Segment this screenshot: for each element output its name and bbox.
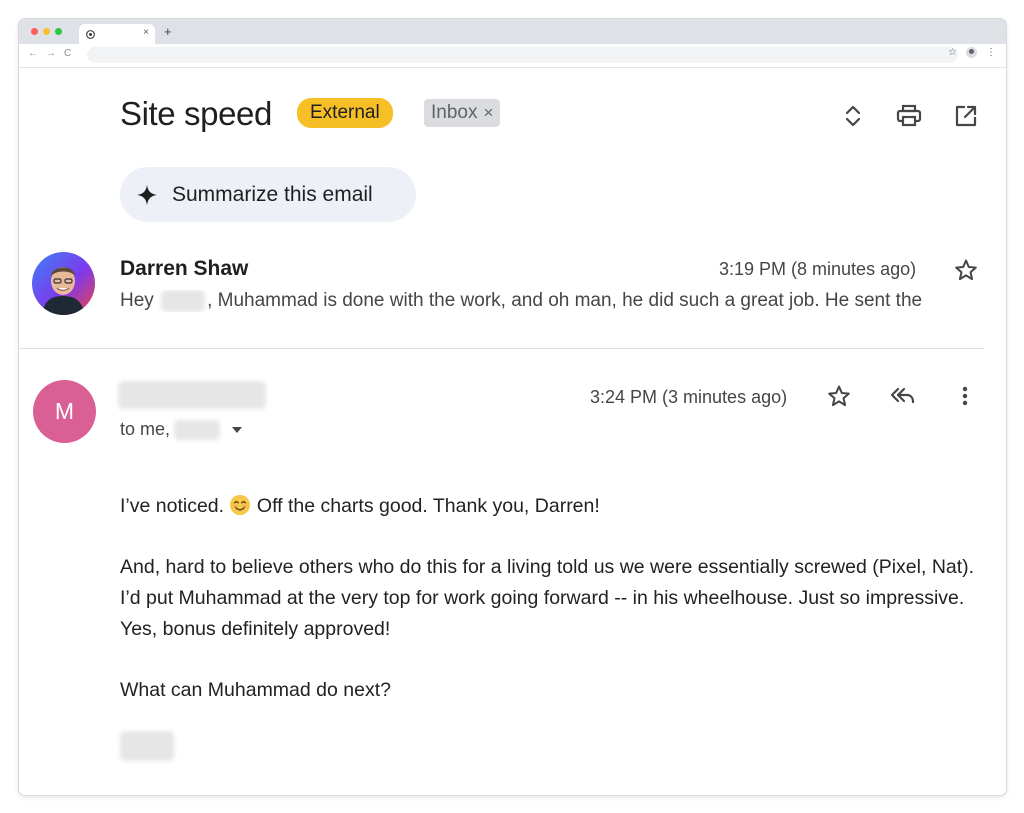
back-icon[interactable]: ←: [28, 48, 38, 59]
open-new-window-icon[interactable]: [953, 103, 979, 129]
browser-tab[interactable]: ×: [79, 24, 155, 44]
remove-label-icon[interactable]: ×: [483, 99, 493, 127]
tab-close-icon[interactable]: ×: [143, 27, 149, 38]
toolbar-right: ☆ ⋮: [948, 47, 996, 58]
print-icon[interactable]: [896, 103, 922, 129]
message-time: 3:24 PM (3 minutes ago): [590, 387, 788, 407]
new-tab-button[interactable]: +: [164, 25, 172, 38]
email-view: Site speed External Inbox × Summarize th…: [19, 69, 1006, 795]
message-snippet[interactable]: Hey , Muhammad is done with the work, an…: [120, 290, 978, 312]
browser-toolbar: ← → C ☆ ⋮: [19, 44, 1006, 68]
body-text: I’ve noticed.: [120, 495, 225, 517]
sender-name: Darren Shaw: [120, 257, 249, 280]
reload-icon[interactable]: C: [64, 48, 71, 59]
star-icon[interactable]: [827, 384, 851, 413]
sparkle-icon: [136, 184, 158, 205]
redacted-sender-name: [118, 381, 266, 409]
label-inbox[interactable]: Inbox ×: [424, 99, 501, 127]
minimize-window-button[interactable]: [43, 28, 50, 35]
snippet-text: , Muhammad is done with the work, and oh…: [207, 290, 923, 312]
body-paragraph-3: What can Muhammad do next?: [120, 679, 391, 701]
more-options-icon[interactable]: [953, 384, 977, 413]
avatar-darren-shaw[interactable]: [32, 252, 95, 315]
redacted-name: [161, 290, 206, 312]
nav-buttons: ← → C: [28, 48, 71, 59]
message-body: I’ve noticed. Off the charts good. Thank…: [120, 491, 990, 736]
redacted-recipient: [174, 419, 221, 440]
body-paragraph-2: And, hard to believe others who do this …: [120, 556, 975, 640]
body-text: Off the charts good. Thank you, Darren!: [251, 495, 600, 517]
chrome-icon: [86, 29, 95, 39]
forward-icon[interactable]: →: [46, 48, 56, 59]
recipients-prefix: to me,: [120, 419, 171, 439]
maximize-window-button[interactable]: [55, 28, 62, 35]
redacted-signature: [120, 731, 174, 761]
message-time: 3:19 PM (8 minutes ago): [719, 259, 917, 279]
profile-icon[interactable]: [966, 47, 977, 58]
star-icon[interactable]: [954, 258, 978, 287]
chevron-down-icon[interactable]: [230, 423, 244, 437]
address-bar[interactable]: [87, 47, 958, 63]
email-subject: Site speed: [120, 95, 272, 132]
summarize-label: Summarize this email: [172, 182, 373, 206]
window-controls: [31, 28, 62, 35]
smiling-emoji-icon: [230, 494, 251, 516]
avatar-sender[interactable]: M: [33, 380, 96, 443]
close-window-button[interactable]: [31, 28, 38, 35]
browser-window: × + ← → C ☆ ⋮ Site speed External Inbox …: [19, 19, 1006, 795]
summarize-email-button[interactable]: Summarize this email: [120, 167, 416, 222]
tab-strip: × +: [19, 19, 1006, 44]
snippet-greeting: Hey: [120, 290, 154, 312]
label-inbox-text: Inbox: [431, 102, 478, 123]
browser-menu-icon[interactable]: ⋮: [986, 47, 996, 58]
recipients-line[interactable]: to me,: [120, 419, 244, 440]
message-divider: [19, 348, 984, 349]
bookmark-star-icon[interactable]: ☆: [948, 47, 957, 58]
reply-all-icon[interactable]: [889, 383, 917, 412]
body-paragraph-1: I’ve noticed. Off the charts good. Thank…: [120, 491, 990, 522]
expand-all-icon[interactable]: [840, 103, 866, 129]
label-external: External: [297, 98, 393, 128]
